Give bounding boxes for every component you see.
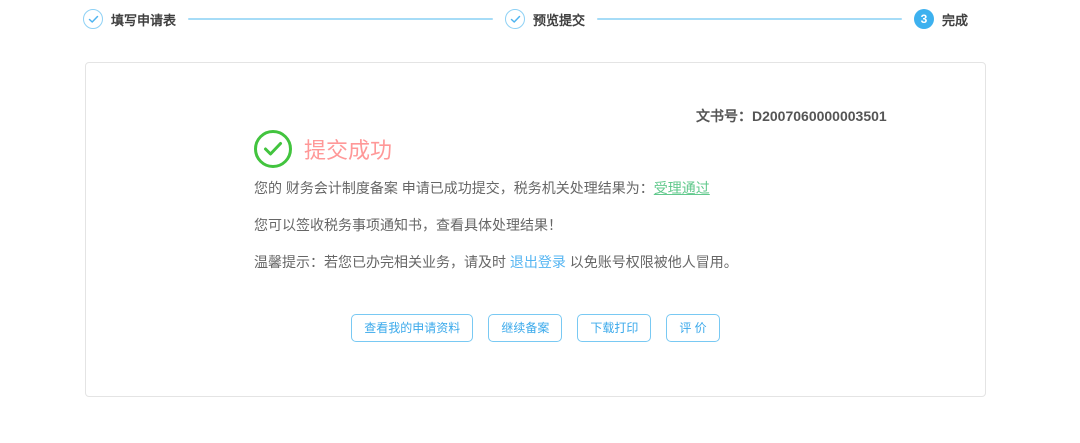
- tip-line: 温馨提示：若您已办完相关业务，请及时 退出登录 以免账号权限被他人冒用。: [254, 255, 874, 270]
- result-line-text: 您的 财务会计制度备案 申请已成功提交，税务机关处理结果为：: [254, 180, 654, 196]
- result-content: 提交成功 您的 财务会计制度备案 申请已成功提交，税务机关处理结果为：受理通过 …: [254, 127, 874, 292]
- step-complete: 3 完成: [914, 9, 968, 29]
- check-icon: [263, 141, 283, 157]
- result-line: 您的 财务会计制度备案 申请已成功提交，税务机关处理结果为：受理通过: [254, 181, 874, 196]
- notice-line: 您可以签收税务事项通知书，查看具体处理结果！: [254, 218, 874, 233]
- success-check-icon: [254, 130, 292, 168]
- continue-filing-button[interactable]: 继续备案: [488, 314, 562, 342]
- step-label-complete: 完成: [942, 10, 968, 29]
- stepper-connector: [597, 18, 902, 20]
- action-button-row: 查看我的申请资料 继续备案 下载打印 评 价: [86, 314, 985, 342]
- step-done-check-icon: [83, 9, 103, 29]
- step-number-badge: 3: [914, 9, 934, 29]
- success-title: 提交成功: [304, 133, 392, 165]
- step-fill-form: 填写申请表: [83, 9, 176, 29]
- step-preview-submit: 预览提交: [505, 9, 585, 29]
- logout-link[interactable]: 退出登录: [510, 254, 566, 270]
- result-status-link[interactable]: 受理通过: [654, 180, 710, 196]
- progress-stepper: 填写申请表 预览提交 3 完成: [83, 8, 968, 30]
- download-print-button[interactable]: 下载打印: [577, 314, 651, 342]
- success-header: 提交成功: [254, 127, 874, 171]
- step-label-fill-form: 填写申请表: [111, 10, 176, 29]
- tip-line-suffix: 以免账号权限被他人冒用。: [566, 254, 738, 270]
- step-label-preview-submit: 预览提交: [533, 10, 585, 29]
- check-icon: [510, 15, 521, 24]
- step-done-check-icon: [505, 9, 525, 29]
- view-application-button[interactable]: 查看我的申请资料: [351, 314, 473, 342]
- check-icon: [88, 15, 99, 24]
- rate-button[interactable]: 评 价: [666, 314, 719, 342]
- tip-line-prefix: 温馨提示：若您已办完相关业务，请及时: [254, 254, 510, 270]
- document-number: 文书号：D2007060000003501: [696, 106, 887, 126]
- stepper-connector: [188, 18, 493, 20]
- result-card: 文书号：D2007060000003501 提交成功 您的 财务会计制度备案 申…: [85, 62, 986, 397]
